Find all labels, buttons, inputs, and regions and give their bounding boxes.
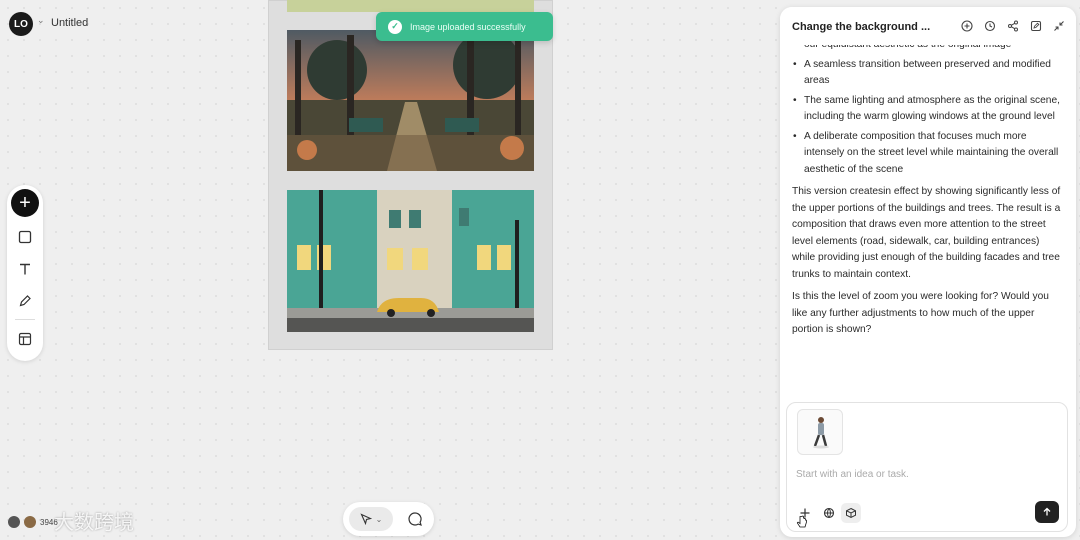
chat-panel: our equidistant aesthetic as the origina… — [780, 7, 1076, 537]
toolbar-divider — [15, 319, 35, 320]
list-item: The same lighting and atmosphere as the … — [792, 93, 1064, 126]
rectangle-icon[interactable] — [13, 225, 37, 249]
avatar[interactable] — [24, 516, 36, 528]
comment-icon[interactable] — [405, 509, 425, 529]
list-item: A deliberate composition that focuses mu… — [792, 129, 1064, 179]
toast-message: Image uploaded successfully — [410, 21, 526, 32]
pen-icon[interactable] — [13, 289, 37, 313]
watermark-text: 大数跨境 — [54, 510, 134, 534]
bottom-controls: ⌄ — [343, 502, 434, 536]
arrow-up-icon — [1043, 507, 1051, 516]
chat-messages: our equidistant aesthetic as the origina… — [792, 37, 1064, 339]
document-title[interactable]: Untitled — [51, 17, 88, 29]
list-item: A seamless transition between preserved … — [792, 57, 1064, 90]
send-button[interactable] — [1035, 501, 1059, 523]
pointer-icon — [360, 513, 372, 525]
panel-title[interactable]: Change the background ... — [792, 21, 930, 33]
collapse-icon[interactable] — [1052, 19, 1066, 33]
message-paragraph: This version createsin effect by showing… — [792, 186, 1061, 280]
cube-icon[interactable] — [841, 503, 861, 523]
chevron-down-icon[interactable]: ⌄ — [376, 515, 383, 524]
layout-icon[interactable] — [13, 327, 37, 351]
history-icon[interactable] — [983, 19, 997, 33]
street-image[interactable] — [287, 190, 534, 332]
text-icon[interactable] — [13, 257, 37, 281]
add-icon[interactable]: + — [11, 189, 39, 217]
new-chat-icon[interactable] — [960, 19, 974, 33]
upload-toast: ✓ Image uploaded successfully — [376, 12, 553, 41]
prompt-input[interactable]: Start with an idea or task. — [796, 469, 909, 480]
park-image[interactable] — [287, 30, 534, 171]
app-logo[interactable]: LO — [9, 12, 33, 36]
partial-image[interactable] — [287, 0, 534, 12]
panel-header: Change the background ... — [780, 7, 1076, 45]
message-paragraph: Is this the level of zoom you were looki… — [792, 291, 1049, 335]
chevron-down-icon[interactable]: ⌄ — [37, 15, 45, 26]
select-tool-button[interactable]: ⌄ — [349, 507, 393, 531]
message-composer: Start with an idea or task. — [786, 402, 1068, 532]
attachment-thumbnail[interactable] — [797, 409, 843, 455]
mouse-cursor-icon — [796, 515, 808, 534]
check-icon: ✓ — [388, 19, 402, 34]
avatar[interactable] — [8, 516, 20, 528]
bottom-left-status: 3946 — [8, 512, 58, 532]
share-icon[interactable] — [1006, 19, 1020, 33]
globe-icon[interactable] — [819, 503, 839, 523]
left-toolbar: + — [7, 185, 43, 361]
edit-icon[interactable] — [1029, 19, 1043, 33]
